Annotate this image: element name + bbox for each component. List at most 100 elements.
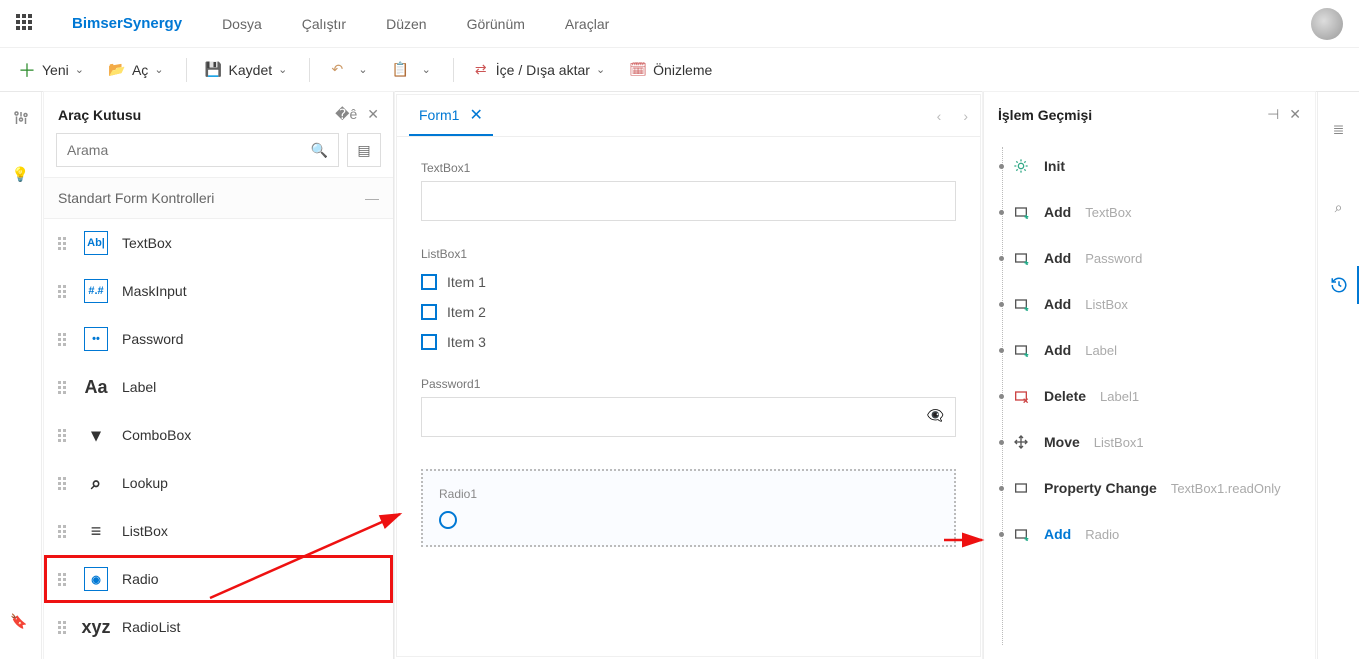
- open-label: Aç: [132, 62, 148, 78]
- lightbulb-rail-icon[interactable]: 💡: [11, 164, 31, 184]
- listbox-item[interactable]: Item 1: [421, 267, 956, 297]
- toolbox-item-label[interactable]: Aa Label: [44, 363, 393, 411]
- checkbox-icon[interactable]: [421, 304, 437, 320]
- history-item[interactable]: Add Password: [1000, 235, 1299, 281]
- toolbox-title: Araç Kutusu: [58, 107, 141, 123]
- toolbox-panel: Araç Kutusu �ê ✕ 🔍 ▤ Standart Form Kontr…: [44, 92, 394, 659]
- drag-handle-icon: [58, 237, 70, 250]
- radio-circle-icon[interactable]: [439, 511, 457, 529]
- menu-edit[interactable]: Düzen: [386, 16, 426, 32]
- init-icon: [1012, 157, 1030, 175]
- menu-view[interactable]: Görünüm: [467, 16, 525, 32]
- history-item[interactable]: Move ListBox1: [1000, 419, 1299, 465]
- search-rail-icon[interactable]: ⌕: [1318, 186, 1359, 228]
- new-button[interactable]: ＋ Yeni⌄: [8, 54, 94, 86]
- left-rail: 💡: [0, 92, 42, 659]
- toolbox-item-listbox[interactable]: ≡ ListBox: [44, 507, 393, 555]
- history-detail: ListBox1: [1094, 435, 1144, 450]
- item-label: Item 3: [447, 334, 486, 350]
- tag-icon[interactable]: 🔖: [10, 613, 30, 633]
- listbox-item[interactable]: Item 3: [421, 327, 956, 357]
- add-icon: [1012, 249, 1030, 267]
- lookup-icon: ⌕: [84, 471, 108, 495]
- toolbox-item-lookup[interactable]: ⌕ Lookup: [44, 459, 393, 507]
- toolbox-item-maskinput[interactable]: #.# MaskInput: [44, 267, 393, 315]
- label-icon: Aa: [84, 375, 108, 399]
- history-panel: İşlem Geçmişi ⊣ ✕ Init Add TextBox Add P…: [983, 92, 1315, 659]
- control-label: ComboBox: [122, 427, 191, 443]
- save-button[interactable]: 💾 Kaydet⌄: [195, 54, 298, 86]
- save-icon: 💾: [205, 61, 223, 79]
- undo-button[interactable]: ↶⌄: [318, 54, 377, 86]
- radiolist-icon: xyz: [84, 615, 108, 639]
- password-input[interactable]: [421, 397, 956, 437]
- clipboard-button[interactable]: 📋⌄: [382, 54, 441, 86]
- history-item[interactable]: Init: [1000, 143, 1299, 189]
- add-icon: [1012, 295, 1030, 313]
- clipboard-icon: 📋: [392, 61, 410, 79]
- pin-icon[interactable]: ⊣: [1267, 106, 1279, 123]
- menu-tools[interactable]: Araçlar: [565, 16, 609, 32]
- history-title: İşlem Geçmişi: [998, 107, 1092, 123]
- toolbox-item-password[interactable]: •• Password: [44, 315, 393, 363]
- form-tab[interactable]: Form1 ✕: [409, 95, 493, 136]
- drag-handle-icon: [58, 381, 70, 394]
- item-label: Item 2: [447, 304, 486, 320]
- open-button[interactable]: 📂 Aç⌄: [98, 54, 174, 86]
- history-item[interactable]: Add ListBox: [1000, 281, 1299, 327]
- history-action: Add: [1044, 526, 1071, 542]
- preview-button[interactable]: 🗓 Önizleme: [619, 54, 722, 86]
- toolbox-item-radiolist[interactable]: xyz RadioList: [44, 603, 393, 651]
- eye-off-icon[interactable]: 👁‍🗨: [927, 407, 944, 424]
- layout-toggle-button[interactable]: ▤: [347, 133, 381, 167]
- radio-icon: ◉: [84, 567, 108, 591]
- group-label: Standart Form Kontrolleri: [58, 190, 214, 206]
- tab-prev-icon[interactable]: ‹: [937, 108, 942, 124]
- toolbox-group-header[interactable]: Standart Form Kontrolleri —: [44, 177, 393, 219]
- chevron-down-icon: ⌄: [358, 63, 367, 76]
- textbox-input[interactable]: [421, 181, 956, 221]
- toolbox-item-combobox[interactable]: ▾ ComboBox: [44, 411, 393, 459]
- tab-next-icon[interactable]: ›: [963, 108, 968, 124]
- import-export-button[interactable]: ⇄ İçe / Dışa aktar⌄: [462, 54, 615, 86]
- pin-icon[interactable]: �ê: [335, 106, 357, 123]
- history-item[interactable]: Add Radio: [1000, 511, 1299, 557]
- history-item[interactable]: Delete Label1: [1000, 373, 1299, 419]
- control-label: RadioList: [122, 619, 180, 635]
- control-label: MaskInput: [122, 283, 187, 299]
- control-label: Label: [122, 379, 156, 395]
- new-label: Yeni: [42, 62, 69, 78]
- checkbox-icon[interactable]: [421, 334, 437, 350]
- history-action: Move: [1044, 434, 1080, 450]
- toolbox-item-textbox[interactable]: Ab| TextBox: [44, 219, 393, 267]
- textbox-label: TextBox1: [421, 161, 956, 175]
- history-rail-icon[interactable]: [1318, 264, 1359, 306]
- settings-rail-icon[interactable]: [11, 108, 31, 128]
- chevron-down-icon: ⌄: [75, 63, 84, 76]
- menu-run[interactable]: Çalıştır: [302, 16, 346, 32]
- user-avatar[interactable]: [1311, 8, 1343, 40]
- app-launcher-icon[interactable]: [16, 14, 36, 34]
- checkbox-icon[interactable]: [421, 274, 437, 290]
- toolbox-search[interactable]: 🔍: [56, 133, 339, 167]
- history-item[interactable]: Add Label: [1000, 327, 1299, 373]
- tab-close-icon[interactable]: ✕: [469, 105, 482, 125]
- search-icon: 🔍: [311, 142, 328, 159]
- search-input[interactable]: [67, 142, 311, 158]
- control-list: Ab| TextBox #.# MaskInput •• Password Aa…: [44, 219, 393, 659]
- close-icon[interactable]: ✕: [1289, 106, 1301, 123]
- history-item[interactable]: Property Change TextBox1.readOnly: [1000, 465, 1299, 511]
- selected-radio-block[interactable]: Radio1: [421, 469, 956, 547]
- list-rail-icon[interactable]: ≣: [1318, 108, 1359, 150]
- chevron-down-icon: ⌄: [154, 63, 163, 76]
- radio-label: Radio1: [439, 487, 938, 501]
- toolbox-item-radio[interactable]: ◉ Radio: [44, 555, 393, 603]
- calendar-icon: 🗓: [629, 61, 647, 79]
- menu-file[interactable]: Dosya: [222, 16, 262, 32]
- history-item[interactable]: Add TextBox: [1000, 189, 1299, 235]
- listbox-item[interactable]: Item 2: [421, 297, 956, 327]
- close-icon[interactable]: ✕: [367, 106, 379, 123]
- history-action: Init: [1044, 158, 1065, 174]
- history-detail: Label: [1085, 343, 1117, 358]
- drag-handle-icon: [58, 333, 70, 346]
